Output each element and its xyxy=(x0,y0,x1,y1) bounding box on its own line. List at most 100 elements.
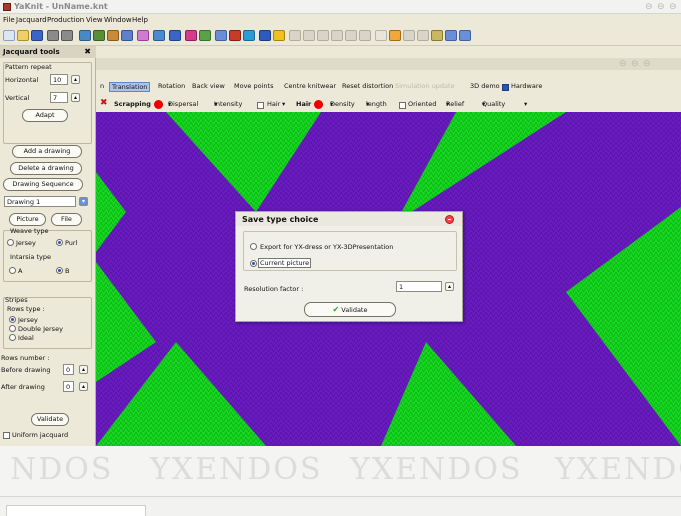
minimize-button[interactable]: ⊖ xyxy=(645,2,653,12)
adapt-button[interactable]: Adapt xyxy=(22,109,68,122)
hair-checkbox[interactable] xyxy=(257,102,264,109)
file-button[interactable]: File xyxy=(51,213,82,226)
before-drawing-input[interactable]: 0 xyxy=(63,364,74,375)
tool-disabled-2-icon[interactable] xyxy=(303,30,315,41)
translation-button[interactable]: Translation xyxy=(109,82,151,92)
vertical-input[interactable]: 7 xyxy=(50,92,68,103)
scrapping-icon[interactable]: ✖ xyxy=(100,98,108,108)
resolution-factor-spinner[interactable]: ▴ xyxy=(445,282,454,291)
oriented-checkbox[interactable] xyxy=(399,102,406,109)
add-drawing-button[interactable]: Add a drawing xyxy=(12,145,82,158)
panel-icon[interactable] xyxy=(445,30,457,41)
horizontal-spinner[interactable]: ▴ xyxy=(71,75,80,84)
length-dropdown[interactable]: length ▾ xyxy=(366,100,387,108)
line-icon[interactable] xyxy=(259,30,271,41)
centre-knitwear-button[interactable]: Centre knitwear xyxy=(284,82,336,90)
pencil-icon[interactable] xyxy=(153,30,165,41)
weave-jersey-radio[interactable] xyxy=(7,239,14,246)
resolution-factor-input[interactable]: 1 xyxy=(396,281,442,292)
after-drawing-spinner[interactable]: ▴ xyxy=(79,382,88,391)
subwindow-close-button[interactable]: ⊖ xyxy=(643,59,651,69)
print-icon[interactable] xyxy=(47,30,59,41)
crop-icon[interactable] xyxy=(243,30,255,41)
dispersal-dropdown[interactable]: Dispersal ▾ xyxy=(168,100,198,108)
color-icon[interactable] xyxy=(185,30,197,41)
delete-drawing-button[interactable]: Delete a drawing xyxy=(10,162,82,175)
open-icon[interactable] xyxy=(17,30,29,41)
weave-purl-radio[interactable] xyxy=(56,239,63,246)
subwindow-minimize-button[interactable]: ⊖ xyxy=(619,59,627,69)
dialog-close-icon[interactable] xyxy=(445,215,454,224)
tool-disabled-5-icon[interactable] xyxy=(345,30,357,41)
select-icon[interactable] xyxy=(375,30,387,41)
rotation-button[interactable]: Rotation xyxy=(158,82,185,90)
density-dropdown[interactable]: Density ▾ xyxy=(330,100,355,108)
menu-production[interactable]: Production xyxy=(47,16,84,24)
relief-dropdown[interactable]: Relief ▾ xyxy=(446,100,464,108)
rows-double-jersey-radio[interactable] xyxy=(9,325,16,332)
hair-dropdown-arrow[interactable]: ▾ xyxy=(282,100,285,108)
menu-jacquard[interactable]: Jacquard xyxy=(16,16,47,24)
pen-icon[interactable] xyxy=(137,30,149,41)
scrapping-color-icon[interactable] xyxy=(154,100,163,109)
maximize-button[interactable]: ⊖ xyxy=(657,2,665,12)
move-points-button[interactable]: Move points xyxy=(234,82,273,90)
grid-icon[interactable] xyxy=(93,30,105,41)
pattern-icon[interactable] xyxy=(121,30,133,41)
back-view-button[interactable]: Back view xyxy=(192,82,225,90)
new-icon[interactable] xyxy=(3,30,15,41)
menu-file[interactable]: File xyxy=(3,16,15,24)
tool-disabled-3-icon[interactable] xyxy=(317,30,329,41)
horizontal-input[interactable]: 10 xyxy=(50,74,68,85)
tool-disabled-4-icon[interactable] xyxy=(331,30,343,41)
drawing-select-dropdown[interactable]: ▾ xyxy=(79,197,88,206)
close-button[interactable]: ⊖ xyxy=(669,2,677,12)
intarsia-a-radio[interactable] xyxy=(9,267,16,274)
uniform-jacquard-checkbox[interactable] xyxy=(3,432,10,439)
hair-color-icon[interactable] xyxy=(314,100,323,109)
fill-icon[interactable] xyxy=(199,30,211,41)
tool-disabled-6-icon[interactable] xyxy=(359,30,371,41)
current-picture-radio[interactable] xyxy=(250,260,257,267)
panel-close-icon[interactable]: ✖ xyxy=(84,47,91,56)
intensity-dropdown[interactable]: Intensity ▾ xyxy=(214,100,242,108)
menu-view[interactable]: View xyxy=(86,16,103,24)
frame-icon[interactable] xyxy=(229,30,241,41)
document-tab[interactable] xyxy=(6,505,146,516)
light-icon[interactable] xyxy=(273,30,285,41)
rows-ideal-radio[interactable] xyxy=(9,334,16,341)
validate-panel-button[interactable]: Validate xyxy=(31,413,69,426)
reset-distortion-button[interactable]: Reset distortion xyxy=(342,82,393,90)
print-preview-icon[interactable] xyxy=(61,30,73,41)
rows-jersey-radio[interactable] xyxy=(9,316,16,323)
rotation-prefix-label[interactable]: n xyxy=(100,82,104,90)
save-icon[interactable] xyxy=(31,30,43,41)
save-as-icon[interactable] xyxy=(169,30,181,41)
after-drawing-input[interactable]: 0 xyxy=(63,381,74,392)
menu-help[interactable]: Help xyxy=(132,16,148,24)
scrapping-button[interactable]: Scrapping xyxy=(114,100,151,108)
window-icon[interactable] xyxy=(459,30,471,41)
zoom-icon[interactable] xyxy=(389,30,401,41)
3d-demo-button[interactable]: 3D demo xyxy=(470,82,500,90)
picture-button[interactable]: Picture xyxy=(9,213,46,226)
drawing-select[interactable]: Drawing 1 xyxy=(4,196,76,207)
dialog-validate-button[interactable]: ✔ Validate xyxy=(304,302,396,317)
simulation-update-button[interactable]: Simulation update xyxy=(395,82,455,90)
tool-disabled-8-icon[interactable] xyxy=(417,30,429,41)
tool-disabled-1-icon[interactable] xyxy=(289,30,301,41)
hardware-checkbox[interactable] xyxy=(502,84,509,91)
hair-bold-label[interactable]: Hair xyxy=(296,100,311,108)
drawing-sequence-button[interactable]: Drawing Sequence xyxy=(3,178,83,191)
intarsia-b-radio[interactable] xyxy=(56,267,63,274)
more-dropdown-arrow[interactable]: ▾ xyxy=(524,100,527,108)
brush-icon[interactable] xyxy=(107,30,119,41)
before-drawing-spinner[interactable]: ▴ xyxy=(79,365,88,374)
export-option-radio[interactable] xyxy=(250,243,257,250)
menu-window[interactable]: Window xyxy=(104,16,132,24)
measure-icon[interactable] xyxy=(215,30,227,41)
vertical-spinner[interactable]: ▴ xyxy=(71,93,80,102)
quality-dropdown[interactable]: Quality ▾ xyxy=(482,100,505,108)
image-icon[interactable] xyxy=(79,30,91,41)
tool-disabled-7-icon[interactable] xyxy=(403,30,415,41)
